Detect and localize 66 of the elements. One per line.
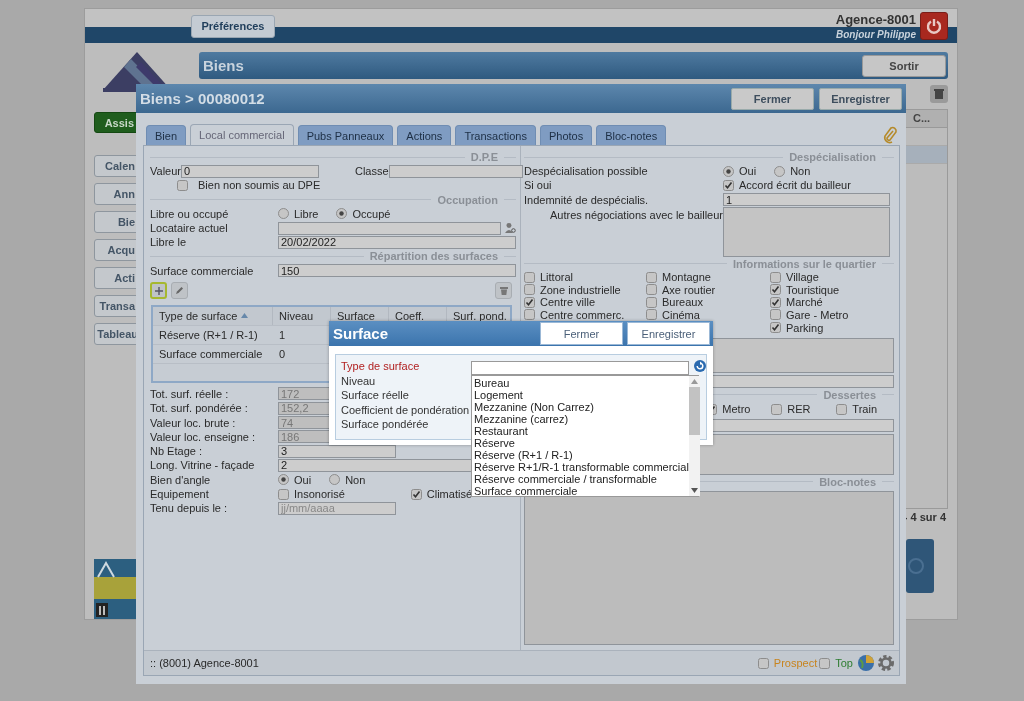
field-label: Autres négociations avec le bailleur <box>548 207 723 221</box>
section-title: Occupation <box>437 193 498 206</box>
checkbox-label: Bien non soumis au DPE <box>198 179 321 192</box>
field-label: Si oui <box>524 179 553 192</box>
dialog-title: Surface <box>333 325 389 342</box>
checkbox-label: Parking <box>786 321 824 334</box>
table-cell-text: 0 <box>278 346 287 362</box>
section-title: Despécialisation <box>789 151 876 163</box>
page-title: Biens <box>203 57 244 74</box>
radio-label: Libre <box>294 207 319 220</box>
field-label: Coefficient de pondération <box>341 403 471 418</box>
checkbox-label: Zone industrielle <box>540 283 621 296</box>
field-label: Despécialisation possible <box>524 165 649 178</box>
field-label: Indemnité de despécialis. <box>524 193 650 206</box>
pagination-text: - 4 sur 4 <box>903 511 946 523</box>
field-label: Valeur loc. brute : <box>150 416 237 429</box>
radio-label: Oui <box>294 473 312 486</box>
field-label: Tenu depuis le : <box>150 502 229 515</box>
field-label: Nb Etage : <box>150 445 203 458</box>
radio-label: Non <box>790 165 811 178</box>
agency-name: Agence-8001 <box>835 12 916 27</box>
column-header: C... <box>905 110 947 128</box>
field-label: Long. Vitrine - façade <box>150 459 256 472</box>
checkbox-label: RER <box>787 403 811 416</box>
checkbox-label: Cinéma <box>662 308 700 321</box>
checkbox-label: Prospect <box>773 657 818 669</box>
checkbox-label: Climatisé <box>426 488 472 500</box>
field-label: Valeur loc. enseigne : <box>150 430 256 443</box>
field-label: Surface pondérée <box>341 418 430 432</box>
checkbox-label: Bureaux <box>662 296 703 309</box>
dialog-title: Biens > 00080012 <box>140 90 265 107</box>
section-title: Dessertes <box>823 388 876 401</box>
field-label: Equipement <box>150 488 210 500</box>
checkbox-label: Marché <box>786 296 823 309</box>
checkbox-label: Village <box>786 271 819 284</box>
field-label: Tot. surf. réelle : <box>150 387 230 400</box>
checkbox-label: Axe routier <box>662 283 716 296</box>
checkbox-label: Centre commerc. <box>540 308 625 321</box>
greeting-text: Bonjour Philippe <box>836 29 916 40</box>
field-label: Bien d'angle <box>150 473 212 486</box>
field-label: Tot. surf. pondérée : <box>150 402 249 415</box>
field-label: Classe <box>355 165 389 178</box>
checkbox-label: Gare - Metro <box>786 308 849 321</box>
table-cell-text: Surface commerciale <box>158 346 264 362</box>
checkbox-label: Metro <box>722 403 751 416</box>
section-title: Bloc-notes <box>819 475 876 488</box>
checkbox-label: Centre ville <box>540 296 596 309</box>
field-label: Niveau <box>341 374 377 389</box>
agency-text: :: (8001) Agence-8001 <box>150 657 259 669</box>
table-cell-text: Réserve (R+1 / R-1) <box>158 327 259 343</box>
checkbox-label: Top <box>835 657 853 669</box>
field-label: Surface réelle <box>341 389 410 403</box>
checkbox-label: Insonorisé <box>294 488 345 500</box>
radio-label: Occupé <box>352 207 391 220</box>
checkbox-label: Littoral <box>540 271 574 284</box>
checkbox-label: Train <box>852 403 877 416</box>
section-title: Informations sur le quartier <box>732 257 876 270</box>
checkbox-label: Montagne <box>662 271 711 284</box>
radio-label: Oui <box>739 165 757 178</box>
checkbox-label: Touristique <box>786 283 840 296</box>
table-cell-text: 1 <box>278 327 287 343</box>
checkbox-label: Accord écrit du bailleur <box>739 179 851 192</box>
radio-label: Non <box>345 473 366 486</box>
field-label: Type de surface <box>341 360 421 374</box>
section-title: D.P.E <box>470 151 498 163</box>
section-title: Répartition des surfaces <box>369 250 498 263</box>
